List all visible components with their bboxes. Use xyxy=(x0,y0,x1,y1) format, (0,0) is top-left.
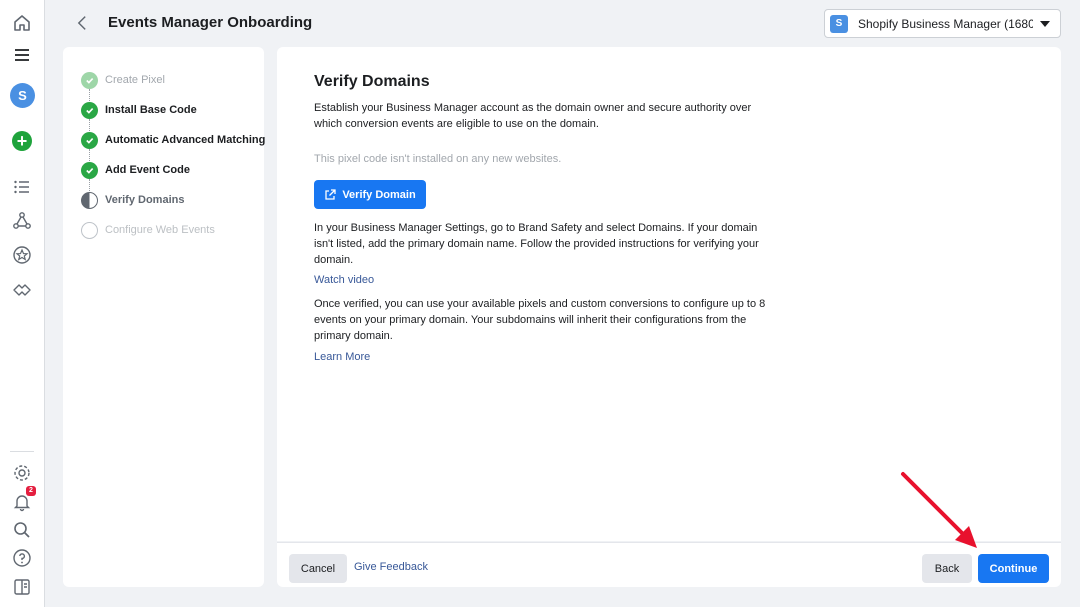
notification-badge: 2 xyxy=(26,486,36,496)
list-icon[interactable] xyxy=(11,176,33,198)
step-connector xyxy=(89,179,90,191)
check-icon xyxy=(81,161,98,179)
create-button[interactable]: + xyxy=(12,131,32,151)
step-configure-web-events: Configure Web Events xyxy=(81,221,215,239)
step-automatic-advanced-matching: Automatic Advanced Matching xyxy=(81,131,265,149)
search-icon[interactable] xyxy=(11,519,33,541)
step-label: Configure Web Events xyxy=(105,224,215,236)
step-connector xyxy=(89,119,90,131)
left-rail: S + 2 xyxy=(0,0,45,607)
intro-text: Establish your Business Manager account … xyxy=(314,102,752,130)
top-bar: Events Manager Onboarding S Shopify Busi… xyxy=(45,0,1080,47)
home-icon[interactable] xyxy=(11,12,33,34)
once-verified-text: Once verified, you can use your availabl… xyxy=(314,298,766,342)
give-feedback-link[interactable]: Give Feedback xyxy=(354,561,428,573)
menu-icon[interactable] xyxy=(11,44,33,66)
check-icon xyxy=(81,101,98,119)
step-create-pixel: Create Pixel xyxy=(81,71,165,89)
step-connector xyxy=(89,89,90,101)
step-add-event-code: Add Event Code xyxy=(81,161,190,179)
rail-divider xyxy=(10,451,34,452)
empty-circle-icon xyxy=(81,221,98,239)
step-verify-domains: Verify Domains xyxy=(81,191,184,209)
business-logo: S xyxy=(830,14,848,33)
back-chevron-icon[interactable] xyxy=(73,12,91,34)
settings-icon[interactable] xyxy=(11,462,33,484)
avatar[interactable]: S xyxy=(10,83,35,108)
avatar-letter: S xyxy=(18,88,27,103)
bell-icon[interactable]: 2 xyxy=(11,486,36,513)
steps-panel: Create Pixel Install Base Code Automatic… xyxy=(63,47,265,587)
instructions-text: In your Business Manager Settings, go to… xyxy=(314,222,759,266)
step-install-base-code: Install Base Code xyxy=(81,101,197,119)
check-icon xyxy=(81,131,98,149)
plus-icon: + xyxy=(16,131,28,151)
business-logo-letter: S xyxy=(835,18,843,29)
watch-video-link[interactable]: Watch video xyxy=(314,274,374,286)
panel-icon[interactable] xyxy=(11,576,33,598)
continue-button[interactable]: Continue xyxy=(978,554,1049,583)
page-title: Events Manager Onboarding xyxy=(108,14,313,31)
step-label: Create Pixel xyxy=(105,74,165,86)
business-account-select[interactable]: S Shopify Business Manager (1680... xyxy=(824,9,1061,38)
section-heading: Verify Domains xyxy=(314,73,430,90)
step-connector xyxy=(89,149,90,161)
half-circle-icon xyxy=(81,191,98,209)
step-label: Verify Domains xyxy=(105,194,185,206)
star-icon[interactable] xyxy=(11,244,33,266)
annotation-arrow-icon xyxy=(901,472,977,548)
main-panel: Verify Domains Establish your Business M… xyxy=(277,47,1061,541)
learn-more-link[interactable]: Learn More xyxy=(314,351,370,363)
step-label: Add Event Code xyxy=(105,164,190,176)
step-label: Install Base Code xyxy=(105,104,197,116)
verify-domain-button[interactable]: Verify Domain xyxy=(314,180,426,209)
back-button[interactable]: Back xyxy=(922,554,972,583)
step-label: Automatic Advanced Matching xyxy=(105,134,266,146)
graph-icon[interactable] xyxy=(11,210,33,232)
status-text: This pixel code isn't installed on any n… xyxy=(314,153,562,165)
check-icon xyxy=(81,71,98,89)
help-icon[interactable] xyxy=(11,547,33,569)
cancel-button[interactable]: Cancel xyxy=(289,554,347,583)
business-select-value: Shopify Business Manager (1680... xyxy=(858,16,1033,31)
verify-domain-label: Verify Domain xyxy=(342,188,416,201)
external-link-icon xyxy=(325,188,336,200)
partner-icon[interactable] xyxy=(11,279,33,301)
caret-down-icon xyxy=(1040,21,1050,27)
